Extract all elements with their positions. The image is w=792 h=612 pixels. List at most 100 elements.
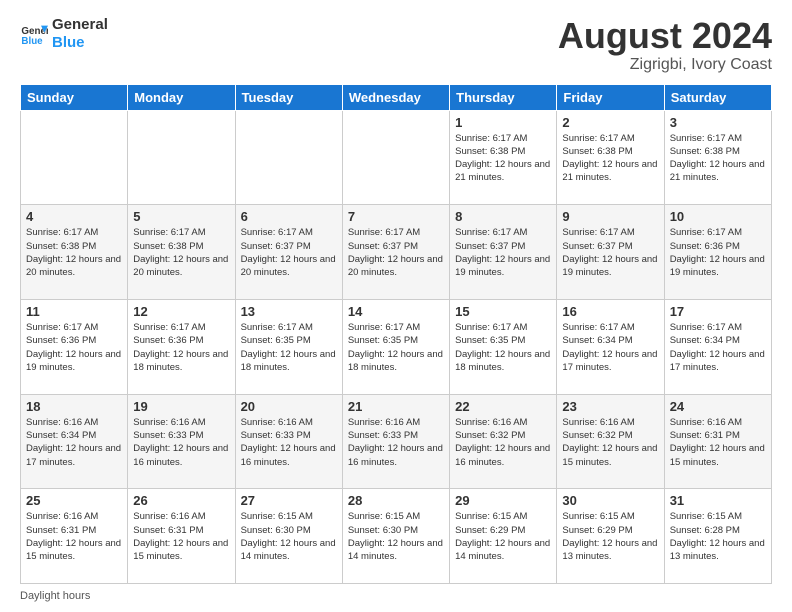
title-block: August 2024 Zigrigbi, Ivory Coast xyxy=(558,16,772,74)
calendar-table: SundayMondayTuesdayWednesdayThursdayFrid… xyxy=(20,84,772,584)
day-number: 12 xyxy=(133,304,229,319)
calendar-cell: 19Sunrise: 6:16 AM Sunset: 6:33 PM Dayli… xyxy=(128,394,235,489)
calendar-cell: 9 Sunrise: 6:17 AM Sunset: 6:37 PM Daylig… xyxy=(557,205,664,300)
weekday-header-monday: Monday xyxy=(128,84,235,110)
calendar-cell: 26 Sunrise: 6:16 AM Sunset: 6:31 PM Dayli… xyxy=(128,489,235,584)
day-number: 21 xyxy=(348,399,444,414)
day-info: Sunrise: 6:17 AM Sunset: 6:38 PM Dayligh… xyxy=(133,226,229,279)
calendar-cell: 17 Sunrise: 6:17 AM Sunset: 6:34 PM Dayli… xyxy=(664,299,771,394)
day-info: Sunrise: 6:17 AM Sunset: 6:37 PM Dayligh… xyxy=(348,226,444,279)
day-number: 29 xyxy=(455,493,551,508)
week-row-4: 25 Sunrise: 6:16 AM Sunset: 6:31 PM Dayli… xyxy=(21,489,772,584)
day-info: Sunrise: 6:17 AM Sunset: 6:36 PM Dayligh… xyxy=(670,226,766,279)
day-number: 3 xyxy=(670,115,766,130)
logo-icon: General Blue xyxy=(20,20,48,48)
week-row-0: 1 Sunrise: 6:17 AM Sunset: 6:38 PM Daylig… xyxy=(21,110,772,205)
calendar-cell: 13Sunrise: 6:17 AM Sunset: 6:35 PM Dayli… xyxy=(235,299,342,394)
day-number: 18 xyxy=(26,399,122,414)
calendar-cell: 23 Sunrise: 6:16 AM Sunset: 6:32 PM Dayli… xyxy=(557,394,664,489)
day-number: 11 xyxy=(26,304,122,319)
calendar-cell: 25 Sunrise: 6:16 AM Sunset: 6:31 PM Dayli… xyxy=(21,489,128,584)
logo-blue: Blue xyxy=(52,34,108,52)
calendar-cell: 1 Sunrise: 6:17 AM Sunset: 6:38 PM Daylig… xyxy=(450,110,557,205)
day-number: 28 xyxy=(348,493,444,508)
week-row-1: 4 Sunrise: 6:17 AM Sunset: 6:38 PM Daylig… xyxy=(21,205,772,300)
calendar-cell: 3 Sunrise: 6:17 AM Sunset: 6:38 PM Daylig… xyxy=(664,110,771,205)
weekday-header-friday: Friday xyxy=(557,84,664,110)
daylight-label: Daylight hours xyxy=(20,590,90,602)
day-number: 17 xyxy=(670,304,766,319)
day-info: Sunrise: 6:15 AM Sunset: 6:29 PM Dayligh… xyxy=(562,510,658,563)
day-info: Sunrise: 6:17 AM Sunset: 6:37 PM Dayligh… xyxy=(562,226,658,279)
calendar-cell: 6Sunrise: 6:17 AM Sunset: 6:37 PM Daylig… xyxy=(235,205,342,300)
calendar-cell xyxy=(342,110,449,205)
calendar-cell: 11 Sunrise: 6:17 AM Sunset: 6:36 PM Dayli… xyxy=(21,299,128,394)
weekday-header-sunday: Sunday xyxy=(21,84,128,110)
day-number: 9 xyxy=(562,209,658,224)
calendar-cell: 2 Sunrise: 6:17 AM Sunset: 6:38 PM Daylig… xyxy=(557,110,664,205)
day-info: Sunrise: 6:17 AM Sunset: 6:35 PM Dayligh… xyxy=(348,321,444,374)
weekday-header-thursday: Thursday xyxy=(450,84,557,110)
calendar-cell: 12 Sunrise: 6:17 AM Sunset: 6:36 PM Dayli… xyxy=(128,299,235,394)
day-info: Sunrise: 6:17 AM Sunset: 6:36 PM Dayligh… xyxy=(133,321,229,374)
day-number: 24 xyxy=(670,399,766,414)
day-number: 2 xyxy=(562,115,658,130)
page: General Blue General Blue August 2024 Zi… xyxy=(0,0,792,612)
calendar-cell xyxy=(235,110,342,205)
day-info: Sunrise: 6:16 AM Sunset: 6:32 PM Dayligh… xyxy=(562,416,658,469)
calendar-cell xyxy=(21,110,128,205)
calendar-cell: 28Sunrise: 6:15 AM Sunset: 6:30 PM Dayli… xyxy=(342,489,449,584)
calendar-cell xyxy=(128,110,235,205)
day-number: 20 xyxy=(241,399,337,414)
weekday-header-row: SundayMondayTuesdayWednesdayThursdayFrid… xyxy=(21,84,772,110)
day-info: Sunrise: 6:16 AM Sunset: 6:31 PM Dayligh… xyxy=(670,416,766,469)
day-number: 8 xyxy=(455,209,551,224)
header: General Blue General Blue August 2024 Zi… xyxy=(20,16,772,74)
day-number: 16 xyxy=(562,304,658,319)
weekday-header-wednesday: Wednesday xyxy=(342,84,449,110)
day-number: 30 xyxy=(562,493,658,508)
calendar-cell: 20 Sunrise: 6:16 AM Sunset: 6:33 PM Dayli… xyxy=(235,394,342,489)
day-info: Sunrise: 6:16 AM Sunset: 6:31 PM Dayligh… xyxy=(133,510,229,563)
calendar-cell: 29Sunrise: 6:15 AM Sunset: 6:29 PM Dayli… xyxy=(450,489,557,584)
day-info: Sunrise: 6:15 AM Sunset: 6:30 PM Dayligh… xyxy=(241,510,337,563)
day-info: Sunrise: 6:17 AM Sunset: 6:34 PM Dayligh… xyxy=(562,321,658,374)
calendar-cell: 24 Sunrise: 6:16 AM Sunset: 6:31 PM Dayli… xyxy=(664,394,771,489)
location-title: Zigrigbi, Ivory Coast xyxy=(558,56,772,74)
logo-general: General xyxy=(52,16,108,34)
week-row-2: 11 Sunrise: 6:17 AM Sunset: 6:36 PM Dayli… xyxy=(21,299,772,394)
calendar-cell: 15Sunrise: 6:17 AM Sunset: 6:35 PM Dayli… xyxy=(450,299,557,394)
calendar-cell: 30 Sunrise: 6:15 AM Sunset: 6:29 PM Dayli… xyxy=(557,489,664,584)
day-number: 31 xyxy=(670,493,766,508)
svg-text:Blue: Blue xyxy=(21,36,43,47)
day-number: 4 xyxy=(26,209,122,224)
day-info: Sunrise: 6:17 AM Sunset: 6:38 PM Dayligh… xyxy=(562,132,658,185)
day-number: 1 xyxy=(455,115,551,130)
calendar-cell: 16 Sunrise: 6:17 AM Sunset: 6:34 PM Dayli… xyxy=(557,299,664,394)
calendar-cell: 31 Sunrise: 6:15 AM Sunset: 6:28 PM Dayli… xyxy=(664,489,771,584)
calendar-cell: 27Sunrise: 6:15 AM Sunset: 6:30 PM Dayli… xyxy=(235,489,342,584)
day-number: 13 xyxy=(241,304,337,319)
day-info: Sunrise: 6:16 AM Sunset: 6:33 PM Dayligh… xyxy=(241,416,337,469)
day-info: Sunrise: 6:16 AM Sunset: 6:33 PM Dayligh… xyxy=(133,416,229,469)
calendar-cell: 5Sunrise: 6:17 AM Sunset: 6:38 PM Daylig… xyxy=(128,205,235,300)
day-info: Sunrise: 6:15 AM Sunset: 6:28 PM Dayligh… xyxy=(670,510,766,563)
day-info: Sunrise: 6:17 AM Sunset: 6:38 PM Dayligh… xyxy=(26,226,122,279)
day-info: Sunrise: 6:16 AM Sunset: 6:32 PM Dayligh… xyxy=(455,416,551,469)
day-number: 6 xyxy=(241,209,337,224)
calendar-cell: 14Sunrise: 6:17 AM Sunset: 6:35 PM Dayli… xyxy=(342,299,449,394)
day-info: Sunrise: 6:17 AM Sunset: 6:38 PM Dayligh… xyxy=(670,132,766,185)
day-number: 23 xyxy=(562,399,658,414)
day-number: 25 xyxy=(26,493,122,508)
calendar-cell: 4 Sunrise: 6:17 AM Sunset: 6:38 PM Daylig… xyxy=(21,205,128,300)
day-info: Sunrise: 6:17 AM Sunset: 6:34 PM Dayligh… xyxy=(670,321,766,374)
day-number: 26 xyxy=(133,493,229,508)
month-title: August 2024 xyxy=(558,16,772,56)
day-info: Sunrise: 6:17 AM Sunset: 6:36 PM Dayligh… xyxy=(26,321,122,374)
calendar-cell: 10Sunrise: 6:17 AM Sunset: 6:36 PM Dayli… xyxy=(664,205,771,300)
weekday-header-tuesday: Tuesday xyxy=(235,84,342,110)
day-info: Sunrise: 6:16 AM Sunset: 6:33 PM Dayligh… xyxy=(348,416,444,469)
day-info: Sunrise: 6:17 AM Sunset: 6:38 PM Dayligh… xyxy=(455,132,551,185)
day-info: Sunrise: 6:16 AM Sunset: 6:31 PM Dayligh… xyxy=(26,510,122,563)
day-info: Sunrise: 6:17 AM Sunset: 6:35 PM Dayligh… xyxy=(455,321,551,374)
